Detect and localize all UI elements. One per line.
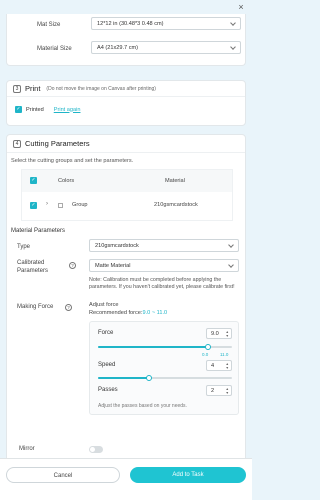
material-params-title: Material Parameters — [11, 228, 66, 234]
row-checkbox[interactable]: ✓ — [30, 202, 37, 209]
group-material: 210gsmcardstock — [154, 202, 198, 208]
passes-stepper[interactable]: 2 ▲ ▼ — [206, 385, 232, 396]
cancel-button[interactable]: Cancel — [6, 467, 120, 483]
stepper-arrows-icon[interactable]: ▲ ▼ — [226, 387, 229, 395]
cutting-header: 4 Cutting Parameters — [7, 135, 245, 153]
select-all-checkbox[interactable]: ✓ — [30, 177, 37, 184]
calibrated-label: Calibrated Parameters — [17, 260, 49, 274]
speed-label: Speed — [98, 362, 116, 368]
settings-panel[interactable]: Mat Size 12*12 in (30.48*3 0.48 cm) Mate… — [6, 14, 246, 458]
group-name: Group — [72, 202, 88, 208]
type-value: 210gsmcardstock — [95, 242, 139, 249]
force-fill — [98, 346, 208, 348]
table-header: ✓ Colors Material — [22, 170, 232, 192]
mat-card: Mat Size 12*12 in (30.48*3 0.48 cm) Mate… — [6, 14, 246, 66]
cutting-subtitle: Select the cutting groups and set the pa… — [11, 158, 134, 164]
print-header: 3 Print (Do not move the image on Canvas… — [7, 81, 245, 97]
recommended-prefix: Recommended force: — [89, 310, 143, 316]
column-colors: Colors — [58, 178, 75, 184]
passes-hint: Adjust the passes based on your needs. — [98, 403, 187, 409]
mirror-label: Mirror — [19, 446, 35, 452]
force-min: 0.0 — [202, 352, 209, 357]
stepper-arrows-icon[interactable]: ▲ ▼ — [226, 330, 229, 338]
chevron-down-icon — [228, 242, 234, 248]
force-slider[interactable] — [98, 343, 232, 351]
close-icon[interactable]: × — [236, 2, 246, 12]
chevron-down-icon — [230, 20, 236, 26]
color-swatch — [58, 203, 63, 208]
groups-table: ✓ Colors Material ✓ › Group 210gsmcardst… — [21, 169, 233, 221]
force-knob[interactable] — [205, 344, 211, 350]
chevron-right-icon[interactable]: › — [46, 201, 48, 207]
material-size-value: A4 (21x29.7 cm) — [97, 44, 139, 51]
recommended-force: Recommended force:9.0 ~ 11.0 — [89, 310, 167, 316]
stepper-arrows-icon[interactable]: ▲ ▼ — [226, 362, 229, 370]
mat-size-value: 12*12 in (30.48*3 0.48 cm) — [97, 20, 164, 27]
print-hint: (Do not move the image on Canvas after p… — [46, 85, 156, 92]
print-title: Print — [25, 84, 41, 93]
footer: Cancel Add to Task — [0, 458, 252, 500]
force-box: Force 9.0 ▲ ▼ 0.0 11.0 Speed 4 ▲ ▼ Passe… — [89, 321, 239, 415]
cutting-title: Cutting Parameters — [25, 139, 90, 148]
passes-value: 2 — [211, 388, 215, 394]
column-material: Material — [165, 178, 185, 184]
calibrated-value: Matte Material — [95, 262, 131, 269]
chevron-down-icon — [230, 44, 236, 50]
speed-knob[interactable] — [146, 375, 152, 381]
force-value: 9.0 — [211, 331, 219, 337]
info-icon[interactable]: ? — [65, 304, 72, 311]
print-again-link[interactable]: Print again — [54, 107, 81, 113]
passes-label: Passes — [98, 387, 118, 393]
force-label: Force — [98, 330, 114, 336]
mirror-toggle[interactable] — [89, 446, 103, 453]
force-max: 11.0 — [220, 352, 229, 357]
step-number: 4 — [13, 139, 21, 148]
chevron-down-icon — [228, 262, 234, 268]
speed-slider[interactable] — [98, 374, 232, 382]
info-icon[interactable]: ? — [69, 262, 76, 269]
title-bar: × — [0, 0, 252, 14]
mat-size-label: Mat Size — [37, 22, 61, 28]
step-number: 3 — [13, 84, 21, 93]
speed-stepper[interactable]: 4 ▲ ▼ — [206, 360, 232, 371]
speed-fill — [98, 377, 149, 379]
check-icon: ✓ — [15, 106, 22, 113]
material-size-select[interactable]: A4 (21x29.7 cm) — [91, 41, 241, 54]
table-row[interactable]: ✓ › Group 210gsmcardstock — [22, 192, 232, 220]
recommended-range: 9.0 ~ 11.0 — [142, 310, 168, 316]
speed-value: 4 — [211, 363, 215, 369]
calibrated-select[interactable]: Matte Material — [89, 259, 239, 272]
cutting-card: 4 Cutting Parameters Select the cutting … — [6, 134, 246, 458]
type-label: Type — [17, 244, 31, 250]
type-select[interactable]: 210gsmcardstock — [89, 239, 239, 252]
printed-label: Printed — [26, 106, 44, 113]
mat-size-select[interactable]: 12*12 in (30.48*3 0.48 cm) — [91, 17, 241, 30]
force-stepper[interactable]: 9.0 ▲ ▼ — [206, 328, 232, 339]
print-card: 3 Print (Do not move the image on Canvas… — [6, 80, 246, 126]
calibration-note: Note: Calibration must be completed befo… — [89, 277, 235, 290]
add-to-task-button[interactable]: Add to Task — [130, 467, 246, 483]
adjust-force-label: Adjust force — [89, 302, 119, 308]
making-force-label: Making Force — [17, 304, 54, 310]
material-size-label: Material Size — [37, 46, 72, 52]
